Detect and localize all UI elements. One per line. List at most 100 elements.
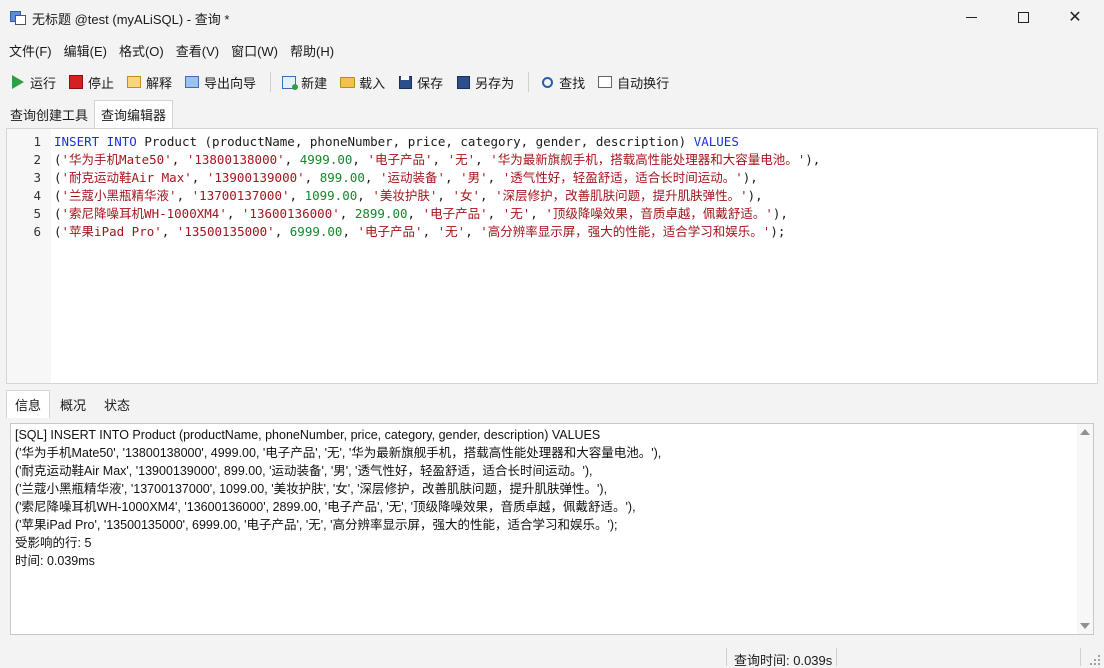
info-panel: [SQL] INSERT INTO Product (productName, … [10, 423, 1094, 635]
scroll-up-arrow-icon[interactable] [1080, 429, 1090, 435]
sql-string: '13700137000' [191, 188, 290, 203]
menu-view[interactable]: 查看(V) [171, 41, 224, 60]
sql-string: '顶级降噪效果，音质卓越，佩戴舒适。' [545, 206, 773, 221]
sql-text: ); [770, 224, 786, 239]
tab-status[interactable]: 状态 [96, 391, 138, 418]
sql-text: , [432, 152, 448, 167]
sql-text: , [437, 188, 453, 203]
explain-label: 解释 [146, 75, 173, 91]
sql-string: '深层修护，改善肌肤问题，提升肌肤弹性。' [495, 188, 748, 203]
affected-rows: 受影响的行: 5 [15, 536, 92, 550]
sql-text: ), [747, 188, 763, 203]
status-separator [1080, 648, 1081, 666]
explain-icon [126, 74, 142, 90]
sql-string: '男' [460, 170, 488, 185]
load-button[interactable]: 载入 [335, 70, 389, 94]
load-label: 载入 [359, 75, 386, 91]
sql-text: , [357, 188, 373, 203]
minimize-button[interactable] [948, 0, 994, 34]
sql-string: '女' [452, 188, 480, 203]
title-bar: 无标题 @test (myALiSQL) - 查询 * ✕ [0, 0, 1104, 36]
save-as-label: 另存为 [475, 75, 515, 91]
find-button[interactable]: 查找 [535, 70, 589, 94]
save-icon [397, 74, 413, 90]
tab-info[interactable]: 信息 [6, 390, 51, 418]
sql-string: '13800138000' [186, 152, 285, 167]
sql-text: , [342, 224, 358, 239]
sql-string: '高分辨率显示屏，强大的性能，适合学习和娱乐。' [480, 224, 771, 239]
close-button[interactable]: ✕ [1052, 0, 1098, 34]
save-as-button[interactable]: 另存为 [451, 70, 518, 94]
export-icon [184, 74, 200, 90]
info-line: ('耐克运动鞋Air Max', '13900139000', 899.00, … [15, 464, 593, 478]
line-number: 1 [33, 134, 41, 149]
scroll-down-arrow-icon[interactable] [1080, 623, 1090, 629]
explain-button[interactable]: 解释 [122, 70, 176, 94]
run-button[interactable]: 运行 [6, 70, 60, 94]
save-button[interactable]: 保存 [393, 70, 447, 94]
resize-grip-icon[interactable] [1090, 655, 1100, 665]
code-text: ('索尼降噪耳机WH-1000XM4', '13600136000', 2899… [54, 205, 788, 223]
sql-text: , [191, 170, 207, 185]
sql-text: , [284, 152, 300, 167]
new-button[interactable]: 新建 [277, 70, 331, 94]
run-label: 运行 [30, 75, 57, 91]
menu-bar: 文件(F) 编辑(E) 格式(O) 查看(V) 窗口(W) 帮助(H) [0, 38, 1104, 62]
sql-string: '电子产品' [357, 224, 423, 239]
code-text: ('华为手机Mate50', '13800138000', 4999.00, '… [54, 151, 820, 169]
search-icon [539, 74, 555, 90]
save-as-icon [455, 74, 471, 90]
word-wrap-icon [597, 74, 613, 90]
menu-file[interactable]: 文件(F) [4, 41, 57, 60]
sql-text: ), [772, 206, 788, 221]
sql-text: , [274, 224, 290, 239]
sql-string: '无' [447, 152, 476, 167]
sql-number: 6999.00 [289, 224, 343, 239]
app-icon [10, 11, 26, 25]
save-label: 保存 [417, 75, 444, 91]
sql-text: , [364, 170, 380, 185]
sql-string: '13500135000' [176, 224, 275, 239]
line-number: 3 [33, 170, 41, 185]
sql-string: '华为最新旗舰手机，搭载高性能处理器和大容量电池。' [490, 152, 806, 167]
tab-query-editor[interactable]: 查询编辑器 [94, 100, 174, 128]
sql-text: Product (productName, phoneNumber, price… [136, 134, 694, 149]
sql-string: '运动装备' [379, 170, 446, 185]
tab-query-builder[interactable]: 查询创建工具 [4, 101, 94, 128]
info-line: ('索尼降噪耳机WH-1000XM4', '13600136000', 2899… [15, 500, 636, 514]
sql-text: ( [54, 206, 62, 221]
status-bar: 查询时间: 0.039s [0, 646, 1104, 668]
sql-text: , [304, 170, 320, 185]
sql-string: '13900139000' [206, 170, 305, 185]
sql-editor[interactable]: 1 INSERT INTO Product (productName, phone… [6, 128, 1098, 384]
code-text: ('苹果iPad Pro', '13500135000', 6999.00, '… [54, 223, 785, 241]
stop-label: 停止 [88, 75, 115, 91]
info-line: ('苹果iPad Pro', '13500135000', 6999.00, '… [15, 518, 618, 532]
close-icon: ✕ [1068, 9, 1082, 26]
toolbar-separator [528, 72, 530, 92]
sql-text: ( [54, 188, 62, 203]
tab-profile[interactable]: 概况 [52, 391, 94, 418]
info-scrollbar[interactable] [1077, 424, 1093, 634]
stop-icon [68, 74, 84, 90]
menu-format[interactable]: 格式(O) [114, 41, 169, 60]
status-separator [726, 648, 727, 666]
sql-string: '美妆护肤' [372, 188, 438, 203]
word-wrap-button[interactable]: 自动换行 [593, 70, 673, 94]
menu-help[interactable]: 帮助(H) [285, 41, 339, 60]
execution-time: 时间: 0.039ms [15, 554, 95, 568]
sql-string: '13600136000' [241, 206, 340, 221]
sql-text: , [465, 224, 481, 239]
toolbar: 运行 停止 解释 导出向导 新建 载入 保存 另存为 查找 自动换行 [0, 68, 1104, 96]
sql-text: ( [54, 170, 62, 185]
editor-tab-bar: 查询创建工具 查询编辑器 [0, 100, 1104, 128]
menu-edit[interactable]: 编辑(E) [59, 41, 112, 60]
menu-window[interactable]: 窗口(W) [226, 41, 283, 60]
sql-keyword: VALUES [693, 134, 739, 149]
sql-text: , [407, 206, 423, 221]
stop-button[interactable]: 停止 [64, 70, 118, 94]
export-wizard-button[interactable]: 导出向导 [180, 70, 260, 94]
query-time-status: 查询时间: 0.039s [734, 653, 833, 668]
maximize-button[interactable] [1000, 0, 1046, 34]
info-line: [SQL] INSERT INTO Product (productName, … [15, 428, 601, 442]
